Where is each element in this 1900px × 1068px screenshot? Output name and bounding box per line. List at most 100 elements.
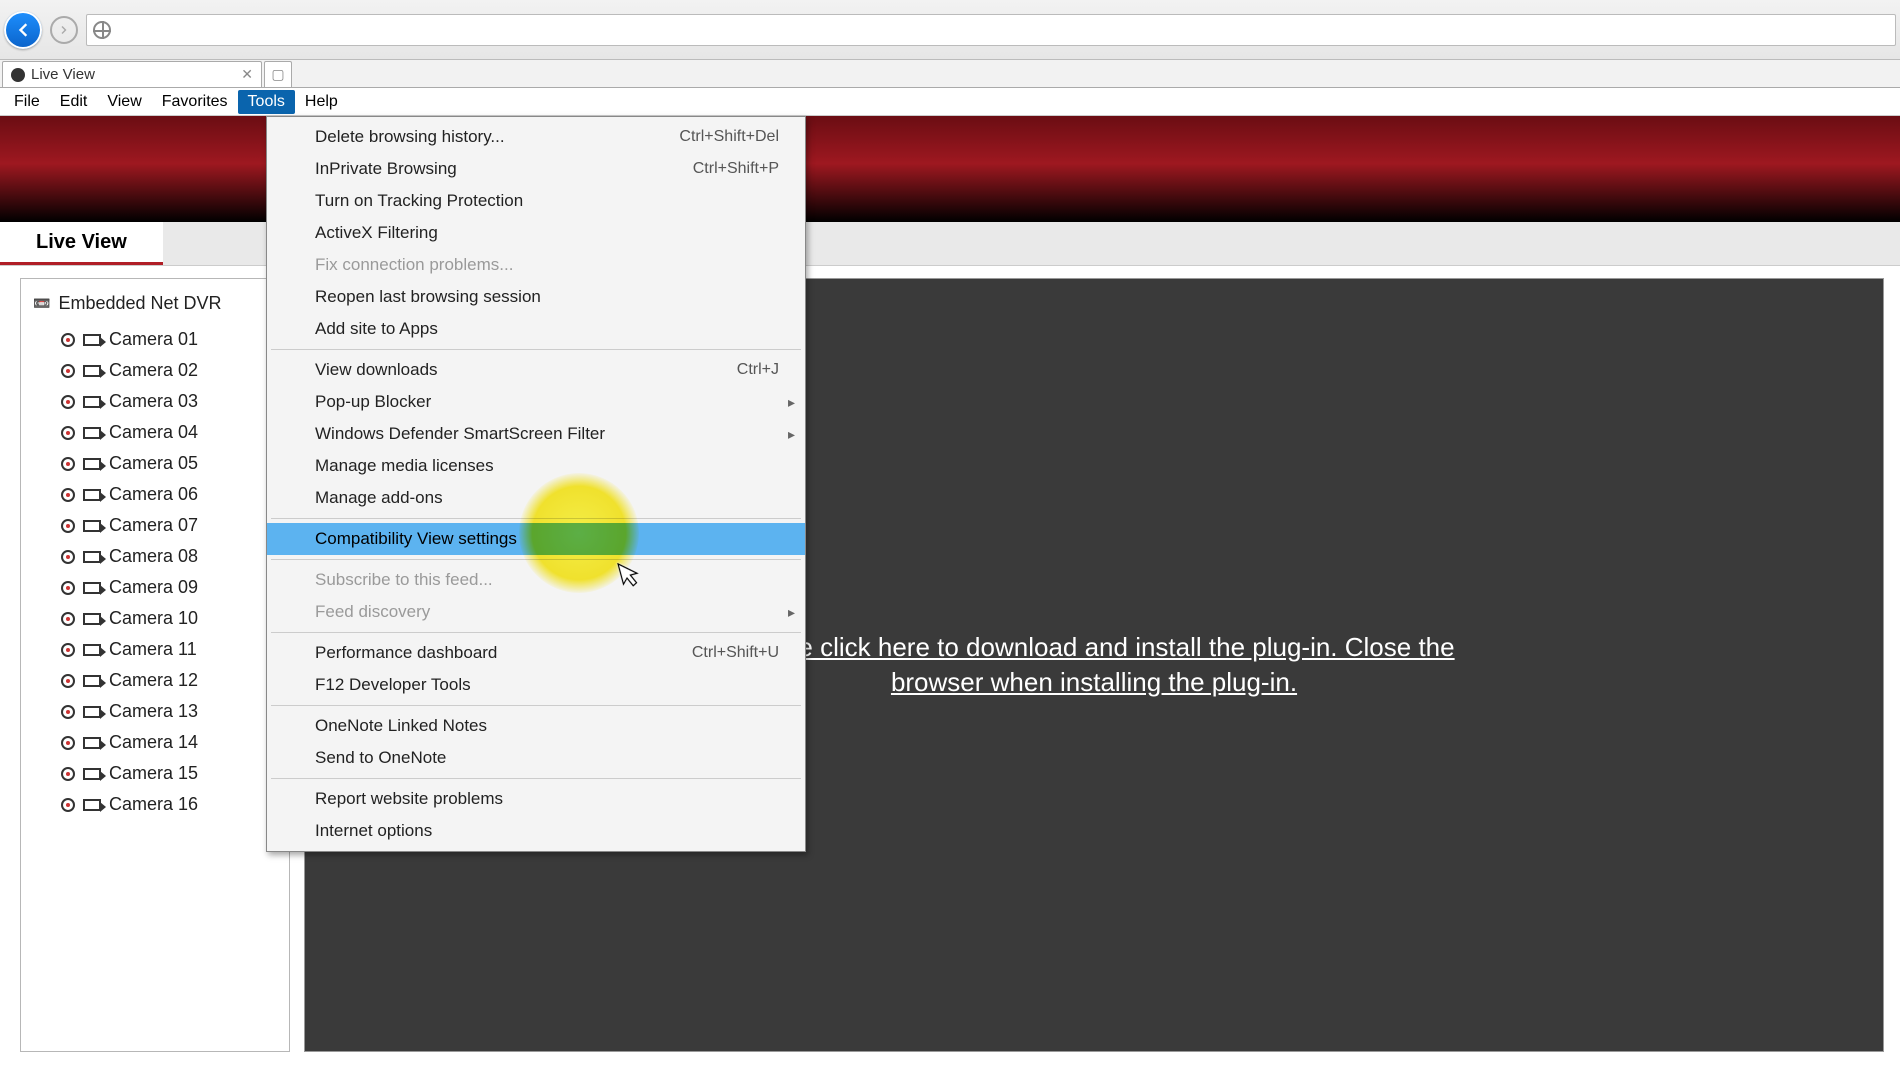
- menu-send-to-onenote[interactable]: Send to OneNote: [267, 742, 805, 774]
- menu-label: ActiveX Filtering: [315, 220, 438, 246]
- camera-icon: [83, 520, 101, 532]
- menu-performance-dashboard[interactable]: Performance dashboard Ctrl+Shift+U: [267, 637, 805, 669]
- menu-activex-filtering[interactable]: ActiveX Filtering: [267, 217, 805, 249]
- camera-label: Camera 12: [109, 670, 198, 691]
- camera-item[interactable]: Camera 16: [21, 789, 289, 820]
- browser-toolbar: [0, 0, 1900, 60]
- camera-item[interactable]: Camera 01: [21, 324, 289, 355]
- menu-item-file[interactable]: File: [4, 90, 50, 114]
- menu-label: Performance dashboard: [315, 640, 497, 666]
- globe-icon: [93, 21, 111, 39]
- camera-label: Camera 08: [109, 546, 198, 567]
- camera-item[interactable]: Camera 12: [21, 665, 289, 696]
- menu-bar: FileEditViewFavoritesToolsHelp: [0, 88, 1900, 116]
- address-bar[interactable]: [86, 14, 1896, 46]
- camera-item[interactable]: Camera 14: [21, 727, 289, 758]
- record-status-icon: [61, 767, 75, 781]
- menu-onenote-linked-notes[interactable]: OneNote Linked Notes: [267, 710, 805, 742]
- camera-icon: [83, 737, 101, 749]
- camera-icon: [83, 799, 101, 811]
- browser-tab[interactable]: Live View ✕: [2, 61, 262, 87]
- record-status-icon: [61, 550, 75, 564]
- menu-shortcut: Ctrl+Shift+U: [692, 640, 779, 666]
- tab-title: Live View: [31, 66, 95, 83]
- camera-item[interactable]: Camera 13: [21, 696, 289, 727]
- camera-icon: [83, 644, 101, 656]
- camera-item[interactable]: Camera 02: [21, 355, 289, 386]
- camera-icon: [83, 458, 101, 470]
- menu-inprivate-browsing[interactable]: InPrivate BrowsingCtrl+Shift+P: [267, 153, 805, 185]
- menu-turn-on-tracking-protection[interactable]: Turn on Tracking Protection: [267, 185, 805, 217]
- camera-icon: [83, 334, 101, 346]
- camera-icon: [83, 582, 101, 594]
- menu-add-site-to-apps[interactable]: Add site to Apps: [267, 313, 805, 345]
- menu-manage-media-licenses[interactable]: Manage media licenses: [267, 450, 805, 482]
- camera-label: Camera 05: [109, 453, 198, 474]
- menu-subscribe-to-this-feed: Subscribe to this feed...: [267, 564, 805, 596]
- nav-back-button[interactable]: [4, 11, 42, 49]
- menu-label: Pop-up Blocker: [315, 389, 431, 415]
- menu-pop-up-blocker[interactable]: Pop-up Blocker: [267, 386, 805, 418]
- camera-item[interactable]: Camera 06: [21, 479, 289, 510]
- menu-item-edit[interactable]: Edit: [50, 90, 98, 114]
- menu-label: Report website problems: [315, 786, 503, 812]
- menu-label: Compatibility View settings: [315, 526, 517, 552]
- camera-item[interactable]: Camera 04: [21, 417, 289, 448]
- record-status-icon: [61, 519, 75, 533]
- record-status-icon: [61, 364, 75, 378]
- new-tab-button[interactable]: ▢: [264, 61, 292, 87]
- nav-forward-button[interactable]: [50, 16, 78, 44]
- camera-item[interactable]: Camera 03: [21, 386, 289, 417]
- tab-live-view[interactable]: Live View: [0, 222, 163, 265]
- menu-f12-developer-tools[interactable]: F12 Developer Tools: [267, 669, 805, 701]
- camera-item[interactable]: Camera 10: [21, 603, 289, 634]
- menu-compatibility-view-settings[interactable]: Compatibility View settings: [267, 523, 805, 555]
- camera-icon: [83, 489, 101, 501]
- menu-item-favorites[interactable]: Favorites: [152, 90, 238, 114]
- menu-item-help[interactable]: Help: [295, 90, 348, 114]
- tools-menu-dropdown: Delete browsing history...Ctrl+Shift+Del…: [266, 116, 806, 852]
- camera-label: Camera 14: [109, 732, 198, 753]
- camera-sidebar: 📼 Embedded Net DVR Camera 01Camera 02Cam…: [20, 278, 290, 1052]
- menu-delete-browsing-history[interactable]: Delete browsing history...Ctrl+Shift+Del: [267, 121, 805, 153]
- camera-item[interactable]: Camera 09: [21, 572, 289, 603]
- menu-label: Subscribe to this feed...: [315, 567, 493, 593]
- camera-label: Camera 03: [109, 391, 198, 412]
- plugin-download-link[interactable]: Please click here to download and instal…: [684, 630, 1504, 700]
- camera-item[interactable]: Camera 08: [21, 541, 289, 572]
- camera-label: Camera 13: [109, 701, 198, 722]
- camera-label: Camera 11: [109, 639, 197, 660]
- menu-label: Fix connection problems...: [315, 252, 513, 278]
- camera-item[interactable]: Camera 11: [21, 634, 289, 665]
- record-status-icon: [61, 612, 75, 626]
- menu-report-website-problems[interactable]: Report website problems: [267, 783, 805, 815]
- menu-item-view[interactable]: View: [97, 90, 151, 114]
- menu-reopen-last-browsing-session[interactable]: Reopen last browsing session: [267, 281, 805, 313]
- camera-list: Camera 01Camera 02 Camera 03 Camera 04 Came…: [21, 324, 289, 820]
- menu-manage-add-ons[interactable]: Manage add-ons: [267, 482, 805, 514]
- tree-root[interactable]: 📼 Embedded Net DVR: [21, 289, 289, 318]
- tab-label: Live View: [36, 231, 127, 254]
- menu-label: F12 Developer Tools: [315, 672, 471, 698]
- menu-separator: [271, 632, 801, 633]
- menu-separator: [271, 705, 801, 706]
- menu-label: Manage media licenses: [315, 453, 494, 479]
- menu-item-tools[interactable]: Tools: [238, 90, 295, 114]
- menu-internet-options[interactable]: Internet options: [267, 815, 805, 847]
- camera-item[interactable]: Camera 15: [21, 758, 289, 789]
- camera-icon: [83, 427, 101, 439]
- camera-item[interactable]: Camera 05: [21, 448, 289, 479]
- camera-icon: [83, 768, 101, 780]
- menu-label: Add site to Apps: [315, 316, 438, 342]
- camera-icon: [83, 613, 101, 625]
- menu-windows-defender-smartscreen-filter[interactable]: Windows Defender SmartScreen Filter: [267, 418, 805, 450]
- camera-item[interactable]: Camera 07: [21, 510, 289, 541]
- camera-icon: [83, 365, 101, 377]
- menu-view-downloads[interactable]: View downloadsCtrl+J: [267, 354, 805, 386]
- menu-label: Manage add-ons: [315, 485, 443, 511]
- record-status-icon: [61, 674, 75, 688]
- menu-label: Reopen last browsing session: [315, 284, 541, 310]
- menu-label: Windows Defender SmartScreen Filter: [315, 421, 605, 447]
- menu-fix-connection-problems: Fix connection problems...: [267, 249, 805, 281]
- close-tab-icon[interactable]: ✕: [241, 66, 253, 83]
